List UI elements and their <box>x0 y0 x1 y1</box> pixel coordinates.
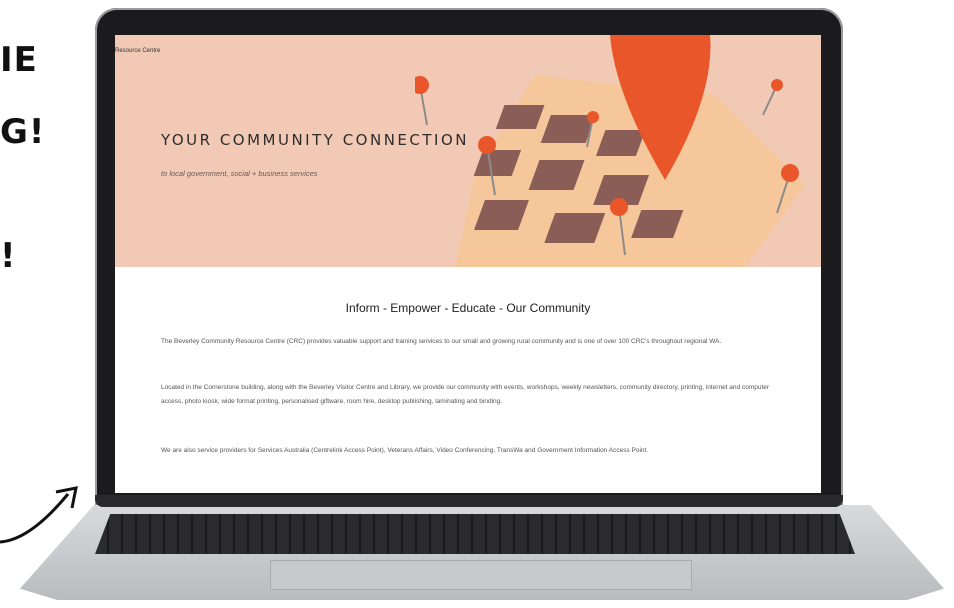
laptop-keyboard <box>95 514 855 554</box>
hero-banner: Resource Centre YOUR COMMUNITY CONNECTIO… <box>115 35 821 267</box>
paragraph-intro: The Beverley Community Resource Centre (… <box>161 338 722 345</box>
laptop-trackpad <box>270 560 692 590</box>
site-name[interactable]: Resource Centre <box>115 48 160 54</box>
background-text-line-1: IE <box>0 40 38 80</box>
background-text-line-3: ! <box>0 236 17 276</box>
laptop-hinge <box>95 495 843 507</box>
background-text-line-2: G! <box>0 112 46 152</box>
hero-subtitle: to local government, social + business s… <box>161 169 318 178</box>
laptop-screen: Resource Centre YOUR COMMUNITY CONNECTIO… <box>115 35 821 493</box>
hero-title: YOUR COMMUNITY CONNECTION <box>161 131 469 149</box>
paragraph-services: Located in the Cornerstone building, alo… <box>161 384 770 405</box>
map-illustration <box>415 35 805 267</box>
content-heading: Inform - Empower - Educate - Our Communi… <box>345 301 591 315</box>
paragraph-providers: We are also service providers for Servic… <box>161 447 649 454</box>
